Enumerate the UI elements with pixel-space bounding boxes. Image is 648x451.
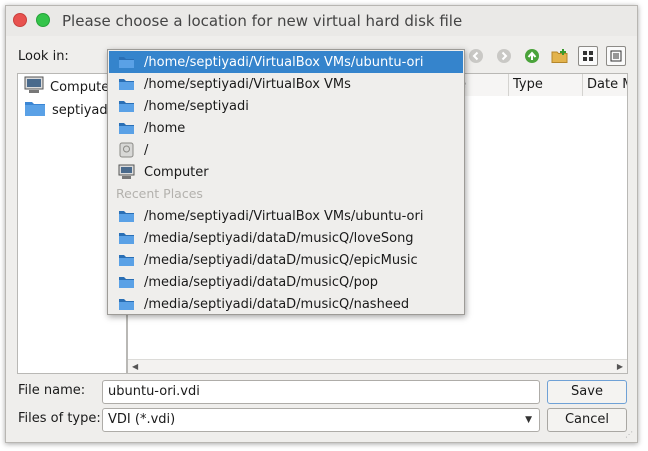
recent-item[interactable]: /media/septiyadi/dataD/musicQ/epicMusic: [109, 249, 463, 271]
dropdown-item-label: /home/septiyadi/VirtualBox VMs/ubuntu-or…: [144, 54, 424, 70]
dropdown-item-label: /home/septiyadi/VirtualBox VMs: [144, 76, 351, 92]
column-header-name-tail[interactable]: e: [458, 74, 508, 96]
look-in-dropdown[interactable]: /home/septiyadi/VirtualBox VMs/ubuntu-or…: [107, 49, 465, 315]
file-name-input[interactable]: ubuntu-ori.vdi: [102, 380, 540, 404]
detail-view-icon[interactable]: [606, 46, 626, 66]
folder-icon: [118, 230, 135, 246]
dropdown-item-label: Computer: [144, 164, 209, 180]
new-folder-icon[interactable]: [550, 46, 570, 66]
recent-item[interactable]: /media/septiyadi/dataD/musicQ/pop: [109, 271, 463, 293]
sidebar-item-label: Computer: [50, 79, 115, 95]
scroll-right-icon[interactable]: ▶: [617, 362, 623, 371]
sidebar-item-computer[interactable]: Computer: [24, 76, 115, 98]
dropdown-item-label: /home: [144, 120, 186, 136]
file-type-label: Files of type:: [18, 411, 101, 426]
list-view-icon[interactable]: [578, 46, 598, 66]
file-dialog: Please choose a location for new virtual…: [5, 5, 638, 443]
folder-icon: [118, 120, 135, 136]
folder-icon: [118, 296, 135, 312]
parent-directory-icon[interactable]: [522, 46, 542, 66]
folder-icon: [118, 76, 135, 92]
folder-icon: [118, 98, 135, 114]
file-name-label: File name:: [18, 383, 86, 398]
file-type-value: VDI (*.vdi): [108, 412, 176, 427]
folder-icon: [118, 54, 135, 70]
dropdown-item[interactable]: /home/septiyadi/VirtualBox VMs/ubuntu-or…: [109, 51, 463, 73]
recent-item[interactable]: /media/septiyadi/dataD/musicQ/loveSong: [109, 227, 463, 249]
resize-grip-icon[interactable]: ⋰: [625, 430, 635, 440]
dropdown-item-label: /: [144, 142, 149, 158]
folder-icon: [118, 252, 135, 268]
dropdown-item[interactable]: Computer: [109, 161, 463, 183]
file-type-select[interactable]: VDI (*.vdi) ▼: [102, 408, 540, 432]
dropdown-item[interactable]: /home/septiyadi: [109, 95, 463, 117]
recent-item-label: /media/septiyadi/dataD/musicQ/nasheed: [144, 296, 410, 312]
save-button[interactable]: Save: [547, 380, 627, 404]
recent-item-label: /home/septiyadi/VirtualBox VMs/ubuntu-or…: [144, 208, 424, 224]
computer-icon: [118, 164, 135, 180]
dropdown-item-label: /home/septiyadi: [144, 98, 249, 114]
folder-icon: [118, 208, 135, 224]
look-in-label: Look in:: [18, 49, 69, 64]
recent-item-label: /media/septiyadi/dataD/musicQ/pop: [144, 274, 379, 290]
recent-item-label: /media/septiyadi/dataD/musicQ/epicMusic: [144, 252, 418, 268]
close-window-button[interactable]: [13, 13, 27, 27]
horizontal-scrollbar[interactable]: ◀ ▶: [128, 359, 627, 373]
recent-places-header: Recent Places: [116, 186, 203, 201]
column-header-type[interactable]: Type: [508, 74, 582, 96]
chevron-down-icon: ▼: [525, 415, 532, 425]
recent-item-label: /media/septiyadi/dataD/musicQ/loveSong: [144, 230, 414, 246]
sidebar-item-septiyadi[interactable]: septiyadi: [24, 99, 111, 121]
folder-icon: [118, 274, 135, 290]
back-icon[interactable]: [466, 46, 486, 66]
sidebar-item-label: septiyadi: [52, 102, 112, 118]
maximize-window-button[interactable]: [36, 13, 50, 27]
recent-item[interactable]: /home/septiyadi/VirtualBox VMs/ubuntu-or…: [109, 205, 463, 227]
recent-item[interactable]: /media/septiyadi/dataD/musicQ/nasheed: [109, 293, 463, 315]
scroll-left-icon[interactable]: ◀: [132, 362, 138, 371]
computer-icon: [24, 76, 44, 98]
forward-icon[interactable]: [494, 46, 514, 66]
folder-icon: [24, 99, 46, 121]
cancel-button[interactable]: Cancel: [547, 408, 627, 432]
dropdown-item[interactable]: /home/septiyadi/VirtualBox VMs: [109, 73, 463, 95]
title-bar[interactable]: Please choose a location for new virtual…: [6, 6, 637, 36]
drive-icon: [118, 142, 135, 158]
dropdown-item[interactable]: /home: [109, 117, 463, 139]
window-title: Please choose a location for new virtual…: [62, 12, 463, 30]
dropdown-item[interactable]: /: [109, 139, 463, 161]
column-header-date[interactable]: Date Mo: [582, 74, 627, 96]
